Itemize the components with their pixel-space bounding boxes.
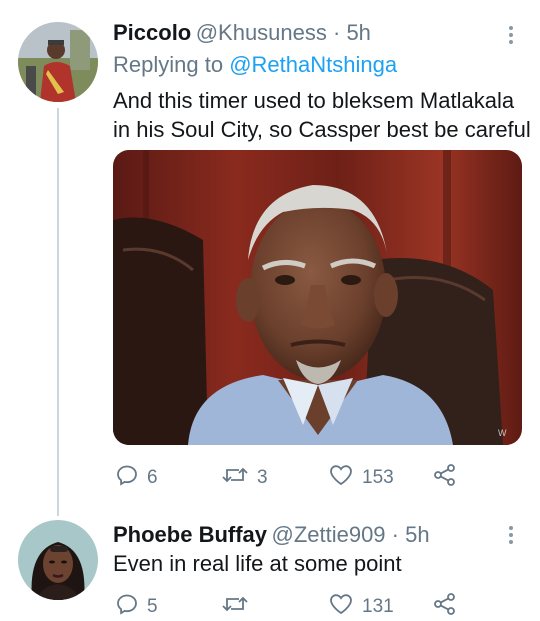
- retweet-icon: [221, 463, 249, 492]
- media-watermark: W: [498, 428, 507, 438]
- share-button[interactable]: [432, 463, 458, 492]
- avatar-image: [18, 520, 98, 600]
- tweet-text: Even in real life at some point: [113, 549, 402, 578]
- tweet-actions: 5 131: [115, 592, 515, 620]
- replying-to-label: Replying to: [113, 52, 230, 77]
- share-icon: [432, 463, 458, 492]
- more-vertical-icon[interactable]: [502, 24, 520, 46]
- timestamp[interactable]: · 5h: [386, 522, 430, 547]
- tweet-media-image[interactable]: W: [113, 150, 522, 445]
- mention-link[interactable]: @RethaNtshinga: [229, 52, 397, 77]
- like-count: 153: [362, 466, 394, 488]
- reply-button[interactable]: 6: [115, 463, 158, 492]
- avatar[interactable]: [18, 520, 98, 600]
- reply-count: 6: [147, 466, 158, 488]
- tweet-text-line: in his Soul City, so Cassper best be car…: [113, 117, 531, 142]
- display-name[interactable]: Piccolo: [113, 20, 191, 45]
- reply-count: 5: [147, 595, 158, 617]
- tweet-header: Phoebe Buffay @Zettie909 · 5h: [113, 522, 430, 548]
- thread-connector-line: [57, 108, 59, 516]
- avatar-image: [18, 22, 98, 102]
- display-name[interactable]: Phoebe Buffay: [113, 522, 267, 547]
- tweet-text-line: And this timer used to bleksem Matlakala: [113, 88, 515, 113]
- replying-to: Replying to @RethaNtshinga: [113, 52, 397, 78]
- like-count: 131: [362, 595, 394, 617]
- tweet-header: Piccolo @Khusuness · 5h: [113, 20, 371, 46]
- tweet-text-line: Even in real life at some point: [113, 551, 402, 576]
- like-button[interactable]: 153: [328, 463, 394, 492]
- tweet-actions: 6 3 153: [115, 463, 515, 491]
- tweet-text: And this timer used to bleksem Matlakala…: [113, 86, 531, 144]
- retweet-count: 3: [257, 466, 268, 488]
- user-handle[interactable]: @Khusuness: [196, 20, 327, 45]
- more-vertical-icon[interactable]: [502, 524, 520, 546]
- reply-icon: [115, 463, 139, 492]
- retweet-button[interactable]: 3: [221, 463, 268, 492]
- timestamp[interactable]: · 5h: [327, 20, 371, 45]
- user-handle[interactable]: @Zettie909: [271, 522, 385, 547]
- heart-icon: [328, 463, 354, 492]
- avatar[interactable]: [18, 22, 98, 102]
- photo-elderly-man: W: [113, 150, 522, 445]
